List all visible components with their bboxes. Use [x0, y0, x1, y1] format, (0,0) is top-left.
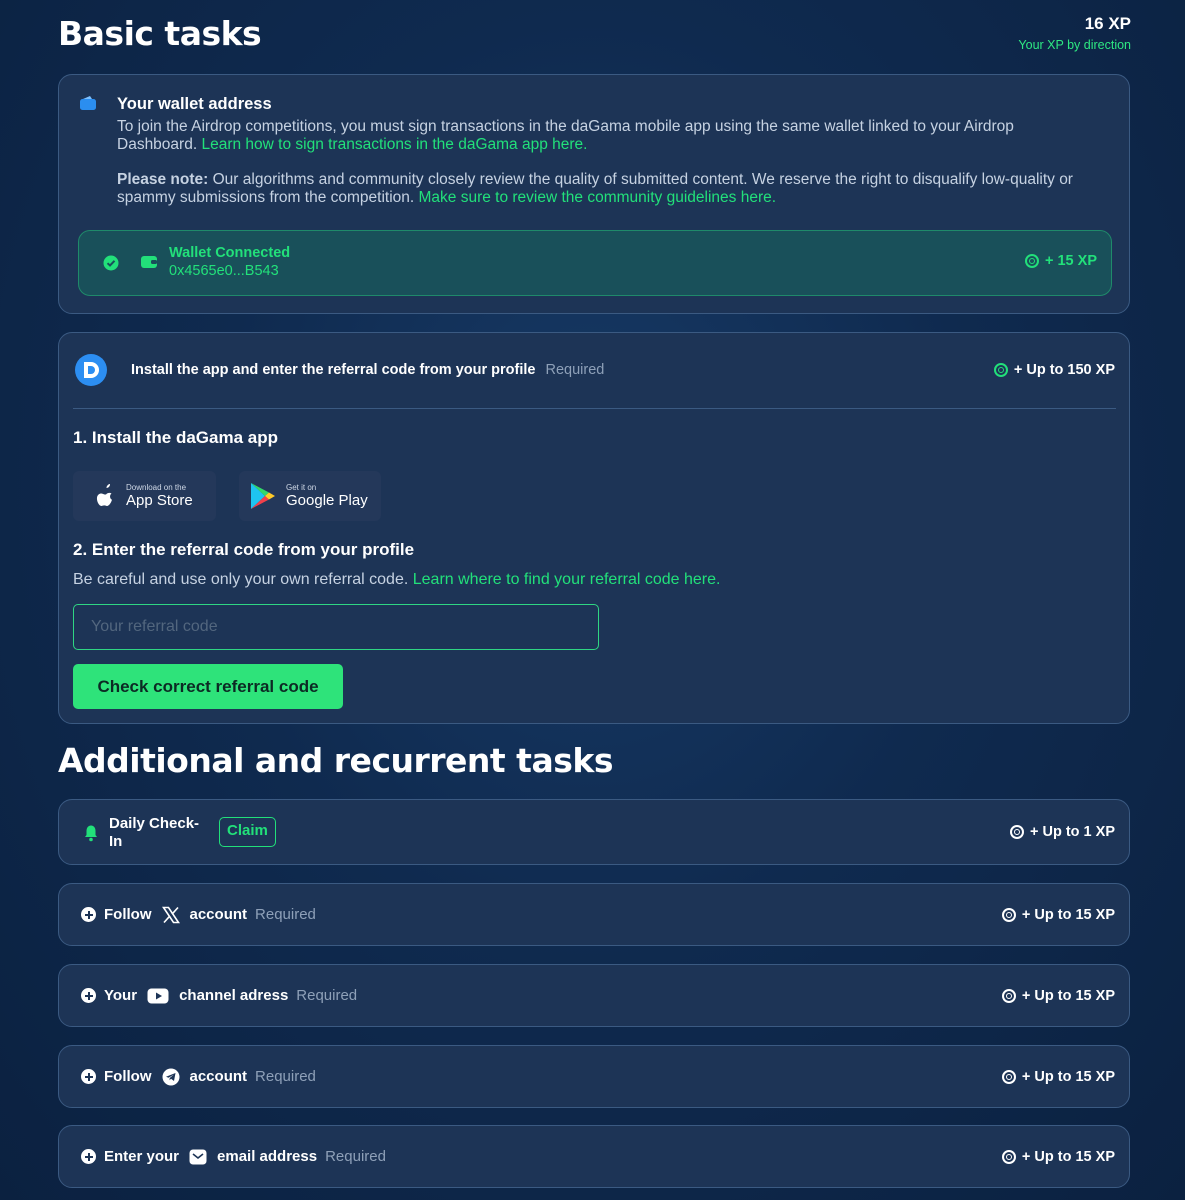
referral-code-input[interactable] — [73, 604, 599, 650]
install-xp-badge: + Up to 150 XP — [993, 362, 1115, 378]
task-xp-badge: + Up to 15 XP — [1001, 1046, 1115, 1107]
google-play-button[interactable]: Get it on Google Play — [239, 471, 381, 521]
xp-icon — [993, 363, 1008, 377]
task-post-text: account — [189, 906, 248, 923]
install-title: Install the app and enter the referral c… — [131, 362, 536, 378]
xp-icon — [1001, 1149, 1016, 1164]
task-pre-text: Your — [104, 987, 138, 1004]
task-follow-telegram[interactable]: Follow account Required + Up to 15 XP — [58, 1045, 1130, 1108]
app-store-button[interactable]: Download on the App Store — [73, 471, 216, 521]
email-icon — [189, 1149, 207, 1165]
xp-total-value: 16 XP — [1084, 14, 1131, 33]
xp-icon — [1001, 1069, 1016, 1084]
wallet-note: Please note: Our algorithms and communit… — [117, 171, 1097, 207]
wallet-title: Your wallet address — [117, 95, 272, 113]
task-email-address[interactable]: Enter your email address Required + Up t… — [58, 1125, 1130, 1188]
wallet-connected-box: Wallet Connected 0x4565e0...B543 + 15 XP — [78, 230, 1112, 296]
task-xp-badge: + Up to 15 XP — [1001, 965, 1115, 1026]
x-logo-icon — [161, 906, 180, 924]
wallet-card: Your wallet address To join the Airdrop … — [58, 74, 1130, 314]
task-post-text: channel adress — [179, 987, 289, 1004]
task-post-text: account — [189, 1068, 248, 1085]
referral-hint: Be careful and use only your own referra… — [73, 571, 720, 589]
additional-tasks-heading: Additional and recurrent tasks — [58, 741, 613, 780]
task-xp-value: + Up to 15 XP — [1021, 1068, 1115, 1085]
install-required: Required — [545, 362, 605, 378]
task-pre-text: Enter your — [104, 1148, 180, 1165]
task-xp-value: + Up to 15 XP — [1021, 1148, 1115, 1165]
daily-xp-value: + Up to 1 XP — [1029, 824, 1115, 840]
install-xp-value: + Up to 150 XP — [1013, 362, 1115, 378]
daily-xp-badge: + Up to 1 XP — [1009, 800, 1115, 864]
check-referral-code-button[interactable]: Check correct referral code — [73, 664, 343, 709]
daily-checkin-label: Daily Check-In — [109, 815, 200, 850]
step2-heading: 2. Enter the referral code from your pro… — [73, 540, 415, 559]
task-post-text: email address — [217, 1148, 318, 1165]
wallet-xp-badge: + 15 XP — [1025, 253, 1097, 269]
task-pre-text: Follow — [104, 906, 152, 923]
wallet-connected-icon — [140, 254, 158, 275]
task-follow-x[interactable]: Follow account Required + Up to 15 XP — [58, 883, 1130, 946]
check-circle-icon — [103, 255, 119, 276]
wallet-xp-value: + 15 XP — [1045, 253, 1097, 269]
task-required: Required — [255, 1068, 316, 1085]
app-store-small-text: Download on the — [126, 483, 187, 492]
dagama-logo-icon — [74, 353, 108, 392]
find-referral-code-link[interactable]: Learn where to find your referral code h… — [413, 571, 721, 588]
task-xp-value: + Up to 15 XP — [1021, 906, 1115, 923]
bell-icon — [83, 824, 99, 847]
install-title-row: Install the app and enter the referral c… — [131, 362, 604, 378]
task-xp-badge: + Up to 15 XP — [1001, 1126, 1115, 1187]
xp-by-direction-link[interactable]: Your XP by direction — [1018, 38, 1131, 52]
wallet-icon — [79, 95, 97, 116]
app-store-label: App Store — [126, 492, 193, 509]
wallet-address: 0x4565e0...B543 — [169, 263, 279, 279]
xp-icon — [1001, 907, 1016, 922]
sign-transactions-link[interactable]: Learn how to sign transactions in the da… — [201, 136, 587, 153]
plus-circle-icon — [81, 907, 96, 922]
task-required: Required — [325, 1148, 386, 1165]
task-required: Required — [255, 906, 316, 923]
google-play-label: Google Play — [286, 492, 368, 509]
task-xp-badge: + Up to 15 XP — [1001, 884, 1115, 945]
referral-hint-text: Be careful and use only your own referra… — [73, 571, 409, 588]
google-play-small-text: Get it on — [286, 483, 317, 492]
wallet-connected-label: Wallet Connected — [169, 245, 291, 261]
plus-circle-icon — [81, 1149, 96, 1164]
plus-circle-icon — [81, 1069, 96, 1084]
google-play-icon — [249, 481, 277, 511]
xp-icon — [1009, 825, 1024, 839]
plus-circle-icon — [81, 988, 96, 1003]
youtube-icon — [147, 988, 169, 1004]
claim-button[interactable]: Claim — [219, 817, 276, 847]
wallet-description: To join the Airdrop competitions, you mu… — [117, 118, 1097, 154]
daily-checkin-card: Daily Check-In Claim + Up to 1 XP — [58, 799, 1130, 865]
xp-icon — [1001, 988, 1016, 1003]
basic-tasks-heading: Basic tasks — [58, 14, 262, 53]
task-required: Required — [296, 987, 358, 1004]
xp-icon — [1025, 254, 1039, 268]
apple-icon — [93, 482, 117, 510]
task-pre-text: Follow — [104, 1068, 152, 1085]
task-youtube-channel[interactable]: Your channel adress Required + Up to 15 … — [58, 964, 1130, 1027]
note-label: Please note: — [117, 171, 209, 188]
divider — [73, 408, 1116, 409]
install-app-card: Install the app and enter the referral c… — [58, 332, 1130, 724]
step1-heading: 1. Install the daGama app — [73, 428, 279, 447]
task-xp-value: + Up to 15 XP — [1021, 987, 1115, 1004]
community-guidelines-link[interactable]: Make sure to review the community guidel… — [419, 189, 777, 206]
telegram-icon — [162, 1068, 180, 1086]
xp-total: 16 XP Your XP by direction — [1018, 14, 1131, 52]
